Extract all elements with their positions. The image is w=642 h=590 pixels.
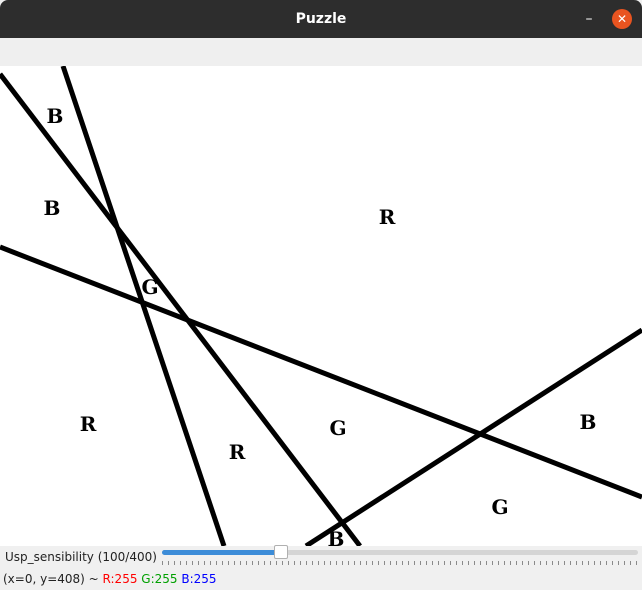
region-label: G bbox=[141, 275, 158, 299]
status-bar: (x=0, y=408) ~ R:255 G:255 B:255 bbox=[0, 570, 642, 590]
region-label: B bbox=[328, 527, 345, 546]
region-label: B bbox=[44, 196, 61, 220]
cut-line-1 bbox=[0, 72, 362, 546]
status-blue-value: B:255 bbox=[181, 572, 217, 586]
region-label: R bbox=[229, 440, 246, 464]
close-icon[interactable]: ✕ bbox=[612, 9, 632, 29]
puzzle-canvas[interactable]: B B R G R R G B G B bbox=[0, 66, 642, 546]
title-bar: Puzzle – ✕ bbox=[0, 0, 642, 38]
region-label: B bbox=[47, 104, 64, 128]
puzzle-drawing: B B R G R R G B G B bbox=[0, 66, 642, 546]
slider-handle[interactable] bbox=[274, 545, 288, 559]
status-red-value: R:255 bbox=[102, 572, 138, 586]
region-label: G bbox=[491, 495, 508, 519]
window-title: Puzzle bbox=[295, 11, 347, 27]
cut-line-4 bbox=[304, 327, 642, 546]
minimize-icon[interactable]: – bbox=[578, 8, 600, 30]
slider-ticks bbox=[162, 561, 638, 565]
region-label: R bbox=[80, 412, 97, 436]
region-label: G bbox=[329, 416, 346, 440]
cut-line-3 bbox=[0, 244, 642, 500]
trackbar-label: Usp_sensibility (100/400) bbox=[5, 550, 157, 564]
slider-fill bbox=[162, 550, 281, 555]
region-label: B bbox=[580, 410, 597, 434]
status-green-value: G:255 bbox=[141, 572, 178, 586]
status-coords: (x=0, y=408) ~ bbox=[3, 572, 99, 586]
sensibility-slider[interactable] bbox=[162, 545, 638, 559]
cut-line-2 bbox=[60, 66, 227, 546]
trackbar-row: Usp_sensibility (100/400) bbox=[0, 545, 642, 570]
toolbar bbox=[0, 38, 642, 66]
region-label: R bbox=[379, 205, 396, 229]
